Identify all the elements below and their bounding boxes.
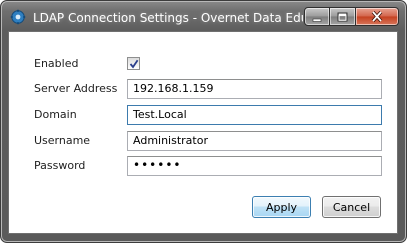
server-address-field[interactable]: 192.168.1.159	[127, 79, 382, 99]
enabled-checkbox[interactable]	[127, 57, 140, 70]
close-icon	[371, 7, 383, 26]
password-field[interactable]: ••••••	[127, 156, 382, 176]
password-label: Password	[34, 159, 86, 172]
username-label: Username	[34, 134, 91, 147]
domain-row: Domain Test.Local	[9, 105, 399, 125]
password-row: Password ••••••	[9, 156, 399, 176]
enabled-label: Enabled	[34, 57, 79, 70]
domain-label: Domain	[34, 108, 77, 121]
maximize-icon	[337, 7, 348, 26]
minimize-button[interactable]	[304, 7, 330, 26]
window-title: LDAP Connection Settings - Overnet Data …	[33, 11, 303, 25]
username-row: Username Administrator	[9, 131, 399, 151]
close-button[interactable]	[356, 7, 399, 26]
maximize-button[interactable]	[330, 7, 356, 26]
checkmark-icon	[129, 54, 139, 73]
minimize-icon	[312, 7, 322, 26]
enabled-row: Enabled	[9, 54, 399, 74]
caption-buttons	[304, 7, 399, 26]
username-field[interactable]: Administrator	[127, 131, 382, 151]
title-bar[interactable]: LDAP Connection Settings - Overnet Data …	[1, 1, 406, 31]
server-address-label: Server Address	[34, 82, 118, 95]
domain-field[interactable]: Test.Local	[127, 105, 382, 125]
cancel-button[interactable]: Cancel	[322, 196, 381, 218]
apply-button[interactable]: Apply	[252, 196, 311, 218]
server-address-row: Server Address 192.168.1.159	[9, 79, 399, 99]
gear-icon[interactable]	[10, 9, 26, 25]
dialog-window: LDAP Connection Settings - Overnet Data …	[0, 0, 407, 243]
dialog-content: Enabled Server Address 192.168.1.159 Dom…	[8, 31, 398, 234]
